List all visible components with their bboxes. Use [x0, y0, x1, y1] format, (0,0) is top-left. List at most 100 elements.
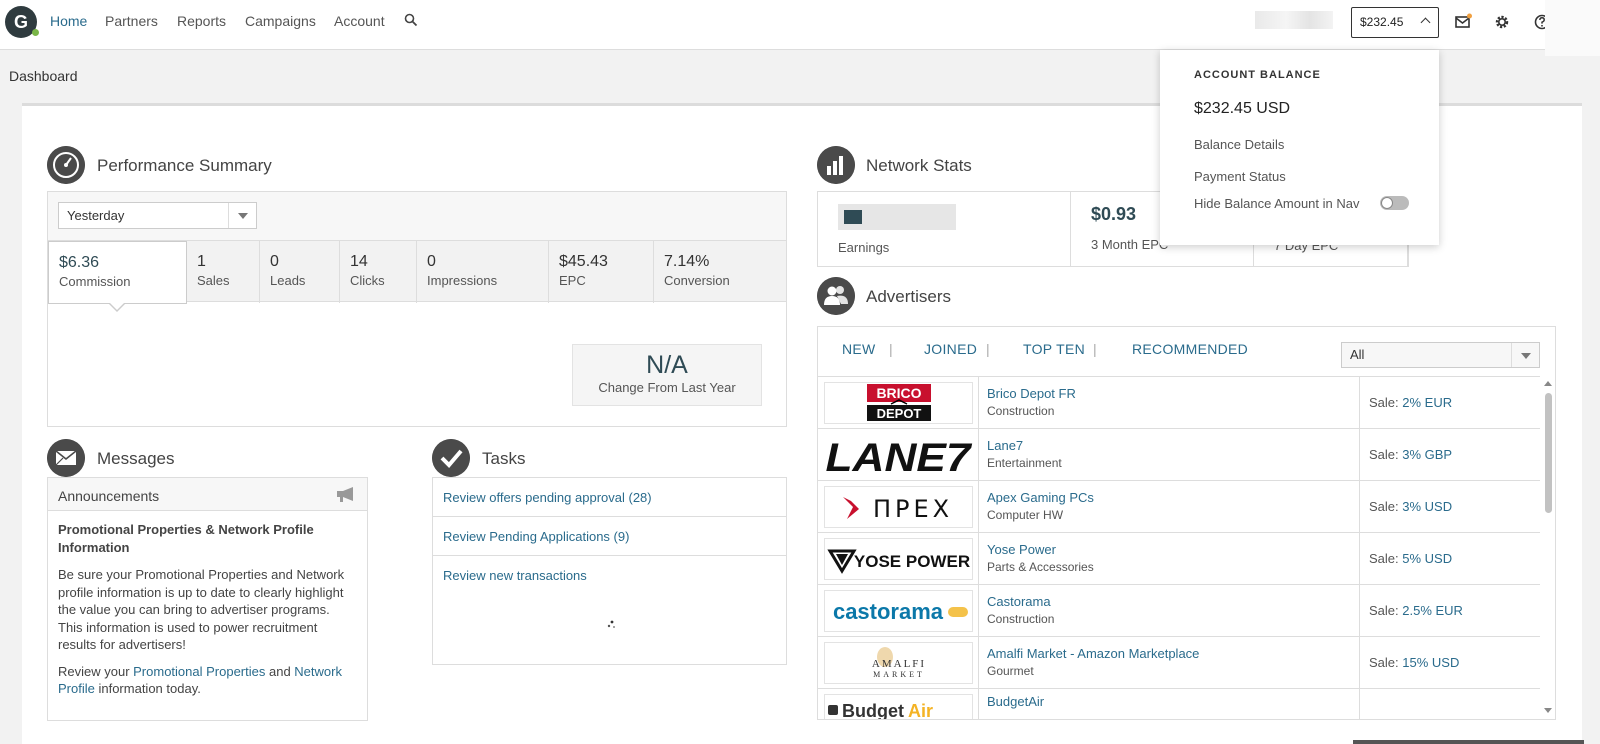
tab-top-ten[interactable]: TOP TEN	[1023, 341, 1085, 357]
hide-balance-label: Hide Balance Amount in Nav	[1194, 196, 1360, 211]
announcement-heading: Promotional Properties & Network Profile…	[58, 522, 314, 555]
advertiser-info: BudgetAir	[978, 689, 1360, 719]
budgetair-logo: Budget Air	[828, 701, 933, 719]
period-select[interactable]: Yesterday	[58, 202, 257, 229]
gear-icon[interactable]	[1493, 13, 1511, 31]
metric-value: 1	[197, 253, 206, 270]
metric-sales[interactable]: 1 Sales	[187, 241, 260, 303]
advertiser-sale: Sale: 2% EUR	[1369, 395, 1452, 410]
advertiser-sale: Sale: 3% GBP	[1369, 447, 1452, 462]
svg-text:YOSE POWER: YOSE POWER	[854, 552, 970, 571]
advertiser-name-link[interactable]: Brico Depot FR	[987, 386, 1359, 401]
balance-button[interactable]: $232.45	[1351, 7, 1439, 38]
chevron-down-icon	[1511, 343, 1539, 367]
advertiser-logo-castorama[interactable]: castorama	[824, 590, 973, 632]
advertiser-name-link[interactable]: BudgetAir	[987, 694, 1359, 709]
metric-value: 0	[427, 253, 436, 270]
promotional-properties-link[interactable]: Promotional Properties	[133, 664, 265, 679]
nav-partners[interactable]: Partners	[105, 13, 158, 29]
performance-summary-panel: Yesterday $6.36 Commission 1 Sales 0 Lea…	[47, 191, 787, 427]
advertiser-sale: Sale: 2.5% EUR	[1369, 603, 1463, 618]
announcements-label: Announcements	[58, 488, 160, 504]
metric-label: EPC	[559, 273, 586, 288]
advertisers-title: Advertisers	[866, 287, 952, 306]
change-value: N/A	[646, 351, 688, 379]
svg-text:DEPOT: DEPOT	[876, 406, 921, 421]
table-row: BRICO DEPOT Brico Depot FR Construction …	[818, 377, 1540, 429]
chevron-up-icon	[1420, 17, 1431, 28]
sale-prefix: Sale:	[1369, 655, 1403, 670]
advertiser-name-link[interactable]: Castorama	[987, 594, 1359, 609]
task-link-pending-applications[interactable]: Review Pending Applications (9)	[443, 529, 629, 544]
scroll-up-arrow-icon[interactable]	[1544, 381, 1552, 386]
sale-rate: 15% USD	[1402, 655, 1460, 670]
nav-campaigns[interactable]: Campaigns	[245, 13, 316, 29]
balance-details-link[interactable]: Balance Details	[1194, 137, 1439, 152]
nav-account[interactable]: Account	[334, 13, 385, 29]
metric-commission[interactable]: $6.36 Commission	[48, 241, 187, 312]
payment-status-link[interactable]: Payment Status	[1194, 169, 1439, 184]
sale-prefix: Sale:	[1369, 499, 1403, 514]
advertiser-name-link[interactable]: Amalfi Market - Amazon Marketplace	[987, 646, 1359, 661]
filter-select-value: All	[1350, 347, 1365, 362]
svg-text:castorama: castorama	[833, 599, 944, 624]
advertiser-name-link[interactable]: Apex Gaming PCs	[987, 490, 1359, 505]
metric-clicks[interactable]: 14 Clicks	[340, 241, 417, 303]
advertiser-category: Computer HW	[987, 508, 1064, 522]
account-balance-amount: $232.45 USD	[1194, 100, 1291, 117]
sale-prefix: Sale:	[1369, 395, 1403, 410]
table-row: ΠPEX Apex Gaming PCs Computer HW Sale: 3…	[818, 481, 1540, 533]
metric-label: Impressions	[427, 273, 498, 288]
svg-text:AMALFI: AMALFI	[871, 658, 925, 670]
advertiser-filter-select[interactable]: All	[1341, 342, 1540, 368]
messages-panel: Announcements Promotional Properties & N…	[47, 477, 368, 721]
nav-home[interactable]: Home	[50, 13, 87, 29]
advertiser-list-scrollbar[interactable]	[1542, 377, 1554, 717]
tasks-title: Tasks	[482, 449, 526, 468]
blurred-earnings-value	[838, 204, 956, 230]
sale-rate: 3% USD	[1402, 499, 1453, 514]
network-stats-title: Network Stats	[866, 156, 972, 175]
scroll-down-arrow-icon[interactable]	[1544, 708, 1552, 713]
sale-rate: 2% EUR	[1402, 395, 1453, 410]
castorama-logo: castorama	[833, 599, 968, 624]
scroll-thumb[interactable]	[1545, 393, 1552, 513]
performance-toolbar: Yesterday	[48, 192, 786, 240]
hide-balance-toggle[interactable]	[1380, 196, 1409, 210]
advertiser-logo-yose-power[interactable]: YOSE POWER	[824, 538, 973, 580]
sale-prefix: Sale:	[1369, 551, 1403, 566]
metric-epc[interactable]: $45.43 EPC	[549, 241, 654, 303]
advertiser-logo-lane7[interactable]: LANE7	[824, 434, 973, 476]
task-item: Review new transactions	[433, 556, 786, 595]
advertiser-name-link[interactable]: Yose Power	[987, 542, 1359, 557]
speedometer-icon	[47, 146, 85, 184]
mail-icon[interactable]	[1454, 13, 1472, 31]
advertiser-name-link[interactable]: Lane7	[987, 438, 1359, 453]
task-link-pending-offers[interactable]: Review offers pending approval (28)	[443, 490, 652, 505]
metrics-row: $6.36 Commission 1 Sales 0 Leads 14 Clic…	[48, 240, 786, 312]
advertiser-info: Amalfi Market - Amazon Marketplace Gourm…	[978, 637, 1360, 689]
tab-recommended[interactable]: RECOMMENDED	[1132, 341, 1248, 357]
brand-logo[interactable]: G	[5, 6, 39, 38]
envelope-icon	[47, 439, 85, 477]
advertisers-panel: NEW | JOINED | TOP TEN | RECOMMENDED All…	[817, 326, 1556, 720]
chevron-down-icon	[228, 203, 256, 228]
metric-impressions[interactable]: 0 Impressions	[417, 241, 549, 303]
search-icon[interactable]	[404, 13, 418, 27]
tab-new[interactable]: NEW	[842, 341, 876, 357]
tab-joined[interactable]: JOINED	[924, 341, 977, 357]
task-link-new-transactions[interactable]: Review new transactions	[443, 568, 587, 583]
metric-conversion[interactable]: 7.14% Conversion	[654, 241, 786, 303]
advertiser-logo-brico-depot[interactable]: BRICO DEPOT	[824, 382, 973, 424]
metric-leads[interactable]: 0 Leads	[260, 241, 340, 303]
advertiser-logo-apex[interactable]: ΠPEX	[824, 486, 973, 528]
sale-prefix: Sale:	[1369, 447, 1403, 462]
nav-reports[interactable]: Reports	[177, 13, 226, 29]
metric-value: 0	[270, 253, 279, 270]
advertiser-logo-amalfi-market[interactable]: AMALFI MARKET	[824, 642, 973, 684]
review-and: and	[265, 663, 295, 679]
hide-balance-row: Hide Balance Amount in Nav	[1194, 196, 1439, 211]
advertiser-info: Castorama Construction	[978, 585, 1360, 637]
advertiser-logo-budgetair[interactable]: Budget Air	[824, 694, 973, 719]
task-item: Review offers pending approval (28)	[433, 478, 786, 517]
